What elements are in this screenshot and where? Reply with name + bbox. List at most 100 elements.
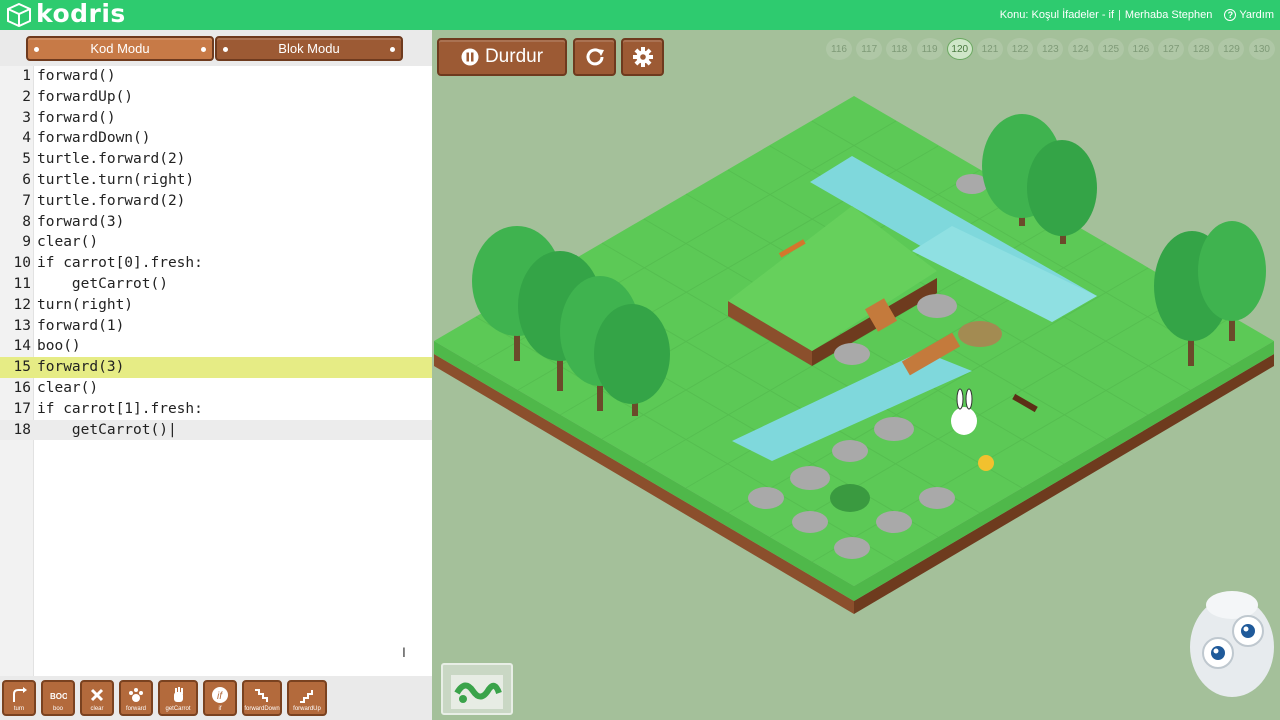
code-line[interactable]: 12 turn(right): [0, 295, 432, 316]
code-line[interactable]: 3 forward(): [0, 108, 432, 129]
line-number: 16: [13, 380, 31, 396]
line-text[interactable]: getCarrot(): [37, 274, 168, 295]
line-number: 13: [13, 317, 31, 334]
tab-rivet: [34, 47, 39, 52]
svg-text:BOO!: BOO!: [50, 692, 67, 701]
turn-icon: [13, 687, 27, 702]
pause-icon: [461, 48, 479, 66]
tool-forward[interactable]: forward: [119, 680, 153, 716]
paw-icon: [129, 688, 143, 702]
line-number: 7: [22, 192, 31, 209]
line-number: 8: [22, 213, 31, 230]
code-line[interactable]: 16 clear(): [0, 378, 432, 399]
level-126[interactable]: 126: [1127, 38, 1154, 60]
if-icon: if: [212, 687, 228, 703]
code-line[interactable]: 15 forward(3): [0, 357, 432, 378]
minimap[interactable]: [441, 663, 513, 715]
tab-block-mode[interactable]: Blok Modu: [215, 36, 403, 61]
line-text[interactable]: forward(): [37, 66, 116, 87]
line-number: 10: [13, 255, 31, 272]
code-line[interactable]: 14 boo(): [0, 336, 432, 357]
clear-icon: [90, 688, 104, 702]
level-122[interactable]: 122: [1007, 38, 1034, 60]
level-121[interactable]: 121: [976, 38, 1003, 60]
level-123[interactable]: 123: [1037, 38, 1064, 60]
tool-forwardup[interactable]: forwardUp: [287, 680, 327, 716]
level-119[interactable]: 119: [916, 38, 943, 60]
level-120[interactable]: 120: [946, 38, 973, 60]
line-text[interactable]: getCarrot()|: [37, 420, 177, 441]
tab-code-mode[interactable]: Kod Modu: [26, 36, 214, 61]
code-line[interactable]: 8 forward(3): [0, 212, 432, 233]
logo[interactable]: kodris: [6, 0, 126, 28]
tool-turn[interactable]: turn: [2, 680, 36, 716]
tool-forwarddown[interactable]: forwardDown: [242, 680, 282, 716]
top-bar: kodris Konu: Koşul İfadeler - if | Merha…: [0, 0, 1280, 30]
level-128[interactable]: 128: [1188, 38, 1215, 60]
code-line[interactable]: 5 turtle.forward(2): [0, 149, 432, 170]
code-line[interactable]: 13 forward(1): [0, 316, 432, 337]
game-scene: [434, 96, 1274, 614]
stop-label: Durdur: [484, 46, 544, 67]
code-line[interactable]: 11 getCarrot(): [0, 274, 432, 295]
code-line[interactable]: 6 turtle.turn(right): [0, 170, 432, 191]
code-line[interactable]: 4 forwardDown(): [0, 128, 432, 149]
line-text[interactable]: boo(): [37, 336, 81, 357]
code-line[interactable]: 7 turtle.forward(2): [0, 191, 432, 212]
level-116[interactable]: 116: [826, 38, 852, 60]
line-number: 2: [22, 88, 31, 105]
level-129[interactable]: 129: [1218, 38, 1245, 60]
level-130[interactable]: 130: [1248, 38, 1275, 60]
line-text[interactable]: turtle.forward(2): [37, 191, 185, 212]
tab-block-mode-label: Blok Modu: [278, 41, 340, 56]
tool-label: forwardDown: [244, 706, 280, 712]
line-text[interactable]: clear(): [37, 378, 98, 399]
code-line[interactable]: 9 clear(): [0, 232, 432, 253]
code-line[interactable]: 2 forwardUp(): [0, 87, 432, 108]
rabbit-ear: [965, 388, 973, 410]
line-text[interactable]: turtle.forward(2): [37, 149, 185, 170]
turtle: [958, 321, 1002, 347]
line-text[interactable]: turn(right): [37, 295, 133, 316]
line-text[interactable]: turtle.turn(right): [37, 170, 194, 191]
mode-tab-bar: Kod Modu Blok Modu: [0, 30, 432, 66]
line-text[interactable]: forwardUp(): [37, 87, 133, 108]
line-text[interactable]: if carrot[0].fresh:: [37, 253, 203, 274]
line-text[interactable]: forward(1): [37, 316, 124, 337]
user-greeting[interactable]: Merhaba Stephen: [1125, 9, 1212, 21]
line-number: 6: [22, 172, 31, 188]
level-selector: 116 117 118 119 120 121 122 123 124 125 126 127 128 1…: [826, 38, 1279, 60]
level-117[interactable]: 117: [856, 38, 883, 60]
level-124[interactable]: 124: [1067, 38, 1094, 60]
stairs-up-icon: [300, 690, 313, 703]
line-text[interactable]: forward(3): [37, 212, 124, 233]
code-editor[interactable]: 1 forward() 2 forwardUp() 3 forward() 4 forward…: [0, 66, 432, 676]
line-text[interactable]: forwardDown(): [37, 128, 151, 149]
line-number: 18: [13, 421, 31, 438]
tool-clear[interactable]: clear: [80, 680, 114, 716]
help-link[interactable]: ? Yardım: [1224, 9, 1274, 21]
line-text[interactable]: forward(3): [37, 357, 124, 378]
logo-text: kodris: [36, 0, 126, 28]
level-125[interactable]: 125: [1097, 38, 1124, 60]
level-118[interactable]: 118: [886, 38, 913, 60]
tool-if[interactable]: if if: [203, 680, 237, 716]
level-127[interactable]: 127: [1158, 38, 1185, 60]
tool-label: clear: [90, 706, 104, 712]
bush: [830, 484, 870, 512]
line-text[interactable]: if carrot[1].fresh:: [37, 399, 203, 420]
tool-boo[interactable]: BOO! boo: [41, 680, 75, 716]
code-line[interactable]: 17 if carrot[1].fresh:: [0, 399, 432, 420]
command-toolbox: turn BOO! boo clear forward getCarrot if if forw…: [0, 676, 432, 720]
line-text[interactable]: clear(): [37, 232, 98, 253]
code-line[interactable]: 1 forward(): [0, 66, 432, 87]
tool-label: forward: [125, 706, 146, 712]
tool-getcarrot[interactable]: getCarrot: [158, 680, 198, 716]
tab-code-mode-label: Kod Modu: [90, 41, 150, 56]
line-text[interactable]: forward(): [37, 108, 116, 129]
code-line[interactable]: 18 getCarrot()|: [0, 419, 432, 441]
robot-mascot[interactable]: [1180, 585, 1275, 715]
rabbit-ear: [956, 388, 964, 410]
code-line[interactable]: 10 if carrot[0].fresh:: [0, 253, 432, 274]
hand-icon: [174, 687, 183, 702]
